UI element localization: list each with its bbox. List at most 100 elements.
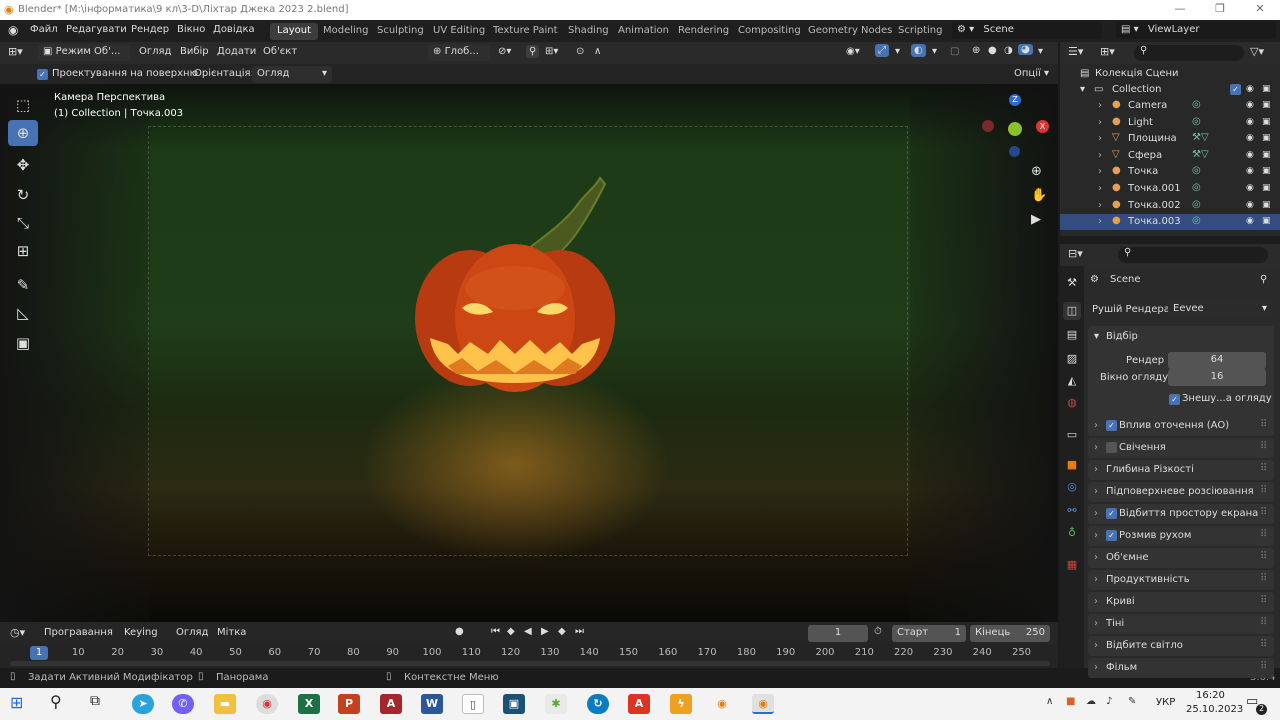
- panel-header[interactable]: › Відбите світло ⠿: [1088, 636, 1274, 656]
- camera-view-icon[interactable]: ▶: [1031, 212, 1041, 227]
- drag-handle-icon[interactable]: ⠿: [1260, 507, 1267, 518]
- neg-x-axis-icon[interactable]: [982, 120, 994, 132]
- render-tab-icon[interactable]: ◫: [1063, 302, 1081, 320]
- outliner-row[interactable]: › ● Точка ◎ ◉ ▣: [1060, 164, 1280, 180]
- bolt-app-icon[interactable]: ϟ: [670, 694, 692, 714]
- tab-rendering[interactable]: Rendering: [671, 23, 736, 40]
- document-icon[interactable]: ▯: [462, 694, 484, 714]
- tab-scripting[interactable]: Scripting: [891, 23, 949, 40]
- data-icon[interactable]: ◎: [1192, 182, 1201, 193]
- outliner-row[interactable]: › ● Light ◎ ◉ ▣: [1060, 115, 1280, 131]
- move-tool-icon[interactable]: ✥: [8, 152, 38, 178]
- sync-icon[interactable]: ↻: [587, 694, 609, 714]
- minimize-button[interactable]: —: [1160, 2, 1200, 18]
- eye-icon[interactable]: ◉: [1246, 100, 1254, 110]
- tray-chevron-icon[interactable]: ∧: [1046, 696, 1053, 707]
- speaker-icon[interactable]: ♪: [1106, 696, 1112, 707]
- panel-checkbox[interactable]: ✓: [1106, 530, 1117, 541]
- camera-render-icon[interactable]: ▣: [1262, 150, 1271, 160]
- panel-header[interactable]: › Об'ємне ⠿: [1088, 548, 1274, 568]
- options-menu[interactable]: Опції ▾: [1014, 68, 1049, 79]
- wireframe-shading-icon[interactable]: ⊕: [972, 45, 980, 56]
- exclude-checkbox[interactable]: ✓: [1230, 84, 1241, 95]
- cursor-tool-icon[interactable]: ⊕: [8, 120, 38, 146]
- panel-header[interactable]: › Фільм ⠿: [1088, 658, 1274, 678]
- data-icon[interactable]: ◎: [1192, 215, 1201, 226]
- data-icon[interactable]: ◎: [1192, 99, 1201, 110]
- panel-checkbox[interactable]: ✓: [1106, 420, 1117, 431]
- gizmo-menu-icon[interactable]: ▾: [895, 46, 900, 57]
- end-frame-field[interactable]: Кінець 250: [970, 625, 1050, 642]
- drag-handle-icon[interactable]: ⠿: [1260, 551, 1267, 562]
- editor-type-icon[interactable]: ⊞▾: [8, 45, 23, 58]
- display-mode-icon[interactable]: ⊞▾: [1100, 45, 1115, 58]
- camera-render-icon[interactable]: ▣: [1262, 133, 1271, 143]
- tray-app-icon[interactable]: ■: [1066, 696, 1075, 707]
- telegram-icon[interactable]: ➤: [132, 694, 154, 714]
- collection-row[interactable]: ▾ ▭ Collection ✓ ◉ ▣: [1060, 82, 1280, 98]
- chevron-right-icon[interactable]: ›: [1094, 552, 1098, 563]
- render-samples-field[interactable]: 64: [1168, 352, 1266, 369]
- tab-uv-editing[interactable]: UV Editing: [426, 23, 492, 40]
- world-tab-icon[interactable]: ◍: [1063, 394, 1081, 412]
- neg-z-axis-icon[interactable]: [1009, 146, 1020, 157]
- pivot-icon[interactable]: ⊘▾: [498, 46, 511, 57]
- drag-handle-icon[interactable]: ⠿: [1260, 595, 1267, 606]
- panel-header[interactable]: › ✓ Вплив оточення (AO) ⠿: [1088, 416, 1274, 436]
- menu-playback[interactable]: Програвання: [44, 627, 113, 638]
- data-icon[interactable]: ◎: [1192, 165, 1201, 176]
- eye-icon[interactable]: ◉: [1246, 183, 1254, 193]
- outliner-row[interactable]: › ● Camera ◎ ◉ ▣: [1060, 98, 1280, 114]
- word-icon[interactable]: W: [421, 694, 443, 714]
- snap-icon[interactable]: ⚲: [526, 45, 540, 58]
- tab-modeling[interactable]: Modeling: [316, 23, 376, 40]
- chevron-right-icon[interactable]: ›: [1094, 442, 1098, 453]
- clock-editor-icon[interactable]: ◷▾: [10, 626, 25, 639]
- outliner-row[interactable]: › ▽ Площина ⚒▽ ◉ ▣: [1060, 131, 1280, 147]
- chevron-right-icon[interactable]: ›: [1094, 486, 1098, 497]
- camera-render-icon[interactable]: ▣: [1262, 84, 1271, 94]
- camera-render-icon[interactable]: ▣: [1262, 117, 1271, 127]
- expand-chevron-icon[interactable]: ›: [1098, 200, 1102, 211]
- zoom-icon[interactable]: ⊕: [1031, 164, 1042, 179]
- scene-tab-icon[interactable]: ◭: [1063, 372, 1081, 390]
- chevron-right-icon[interactable]: ›: [1094, 596, 1098, 607]
- menu-object[interactable]: Об'єкт: [263, 46, 297, 57]
- viber-icon[interactable]: ✆: [172, 694, 194, 714]
- blender-active-taskbar-icon[interactable]: ◉: [752, 694, 774, 714]
- proportional-edit-icon[interactable]: ⊙: [576, 46, 584, 57]
- properties-editor-icon[interactable]: ⊟▾: [1068, 247, 1083, 260]
- add-cube-tool-icon[interactable]: ▣: [8, 330, 38, 356]
- access-icon[interactable]: A: [380, 694, 402, 714]
- expand-chevron-icon[interactable]: ›: [1098, 133, 1102, 144]
- navigation-gizmo[interactable]: Z X: [982, 94, 1050, 164]
- camera-render-icon[interactable]: ▣: [1262, 183, 1271, 193]
- object-tab-icon[interactable]: ■: [1063, 456, 1081, 474]
- mode-selector[interactable]: ▣ Режим Об'...: [38, 44, 130, 61]
- chevron-right-icon[interactable]: ›: [1094, 420, 1098, 431]
- chevron-right-icon[interactable]: ›: [1094, 530, 1098, 541]
- panel-header[interactable]: › Підповерхневе розсіювання ⠿: [1088, 482, 1274, 502]
- panel-checkbox[interactable]: [1106, 442, 1117, 453]
- menu-help[interactable]: Довідка: [213, 24, 255, 35]
- powerpoint-icon[interactable]: P: [338, 694, 360, 714]
- view-layer-tab-icon[interactable]: ▨: [1063, 350, 1081, 368]
- jump-start-icon[interactable]: ⏮: [491, 626, 500, 637]
- drag-handle-icon[interactable]: ⠿: [1260, 617, 1267, 628]
- measure-tool-icon[interactable]: ◺: [8, 300, 38, 326]
- drag-handle-icon[interactable]: ⠿: [1260, 529, 1267, 540]
- eye-icon[interactable]: ◉: [1246, 150, 1254, 160]
- menu-view[interactable]: Огляд: [139, 46, 171, 57]
- render-engine-dropdown[interactable]: Eevee ▾: [1168, 301, 1272, 318]
- drag-handle-icon[interactable]: ⠿: [1260, 573, 1267, 584]
- eye-icon[interactable]: ◉: [1246, 84, 1254, 94]
- menu-file[interactable]: Файл: [30, 24, 58, 35]
- drag-handle-icon[interactable]: ⠿: [1260, 463, 1267, 474]
- menu-render[interactable]: Рендер: [131, 24, 169, 35]
- close-window-button[interactable]: ✕: [1240, 2, 1280, 18]
- menu-keying[interactable]: Keying: [124, 627, 158, 638]
- outliner-search-input[interactable]: ⚲: [1134, 45, 1244, 61]
- expand-chevron-icon[interactable]: ›: [1098, 150, 1102, 161]
- rotate-tool-icon[interactable]: ↻: [8, 182, 38, 208]
- eye-icon[interactable]: ◉: [1246, 133, 1254, 143]
